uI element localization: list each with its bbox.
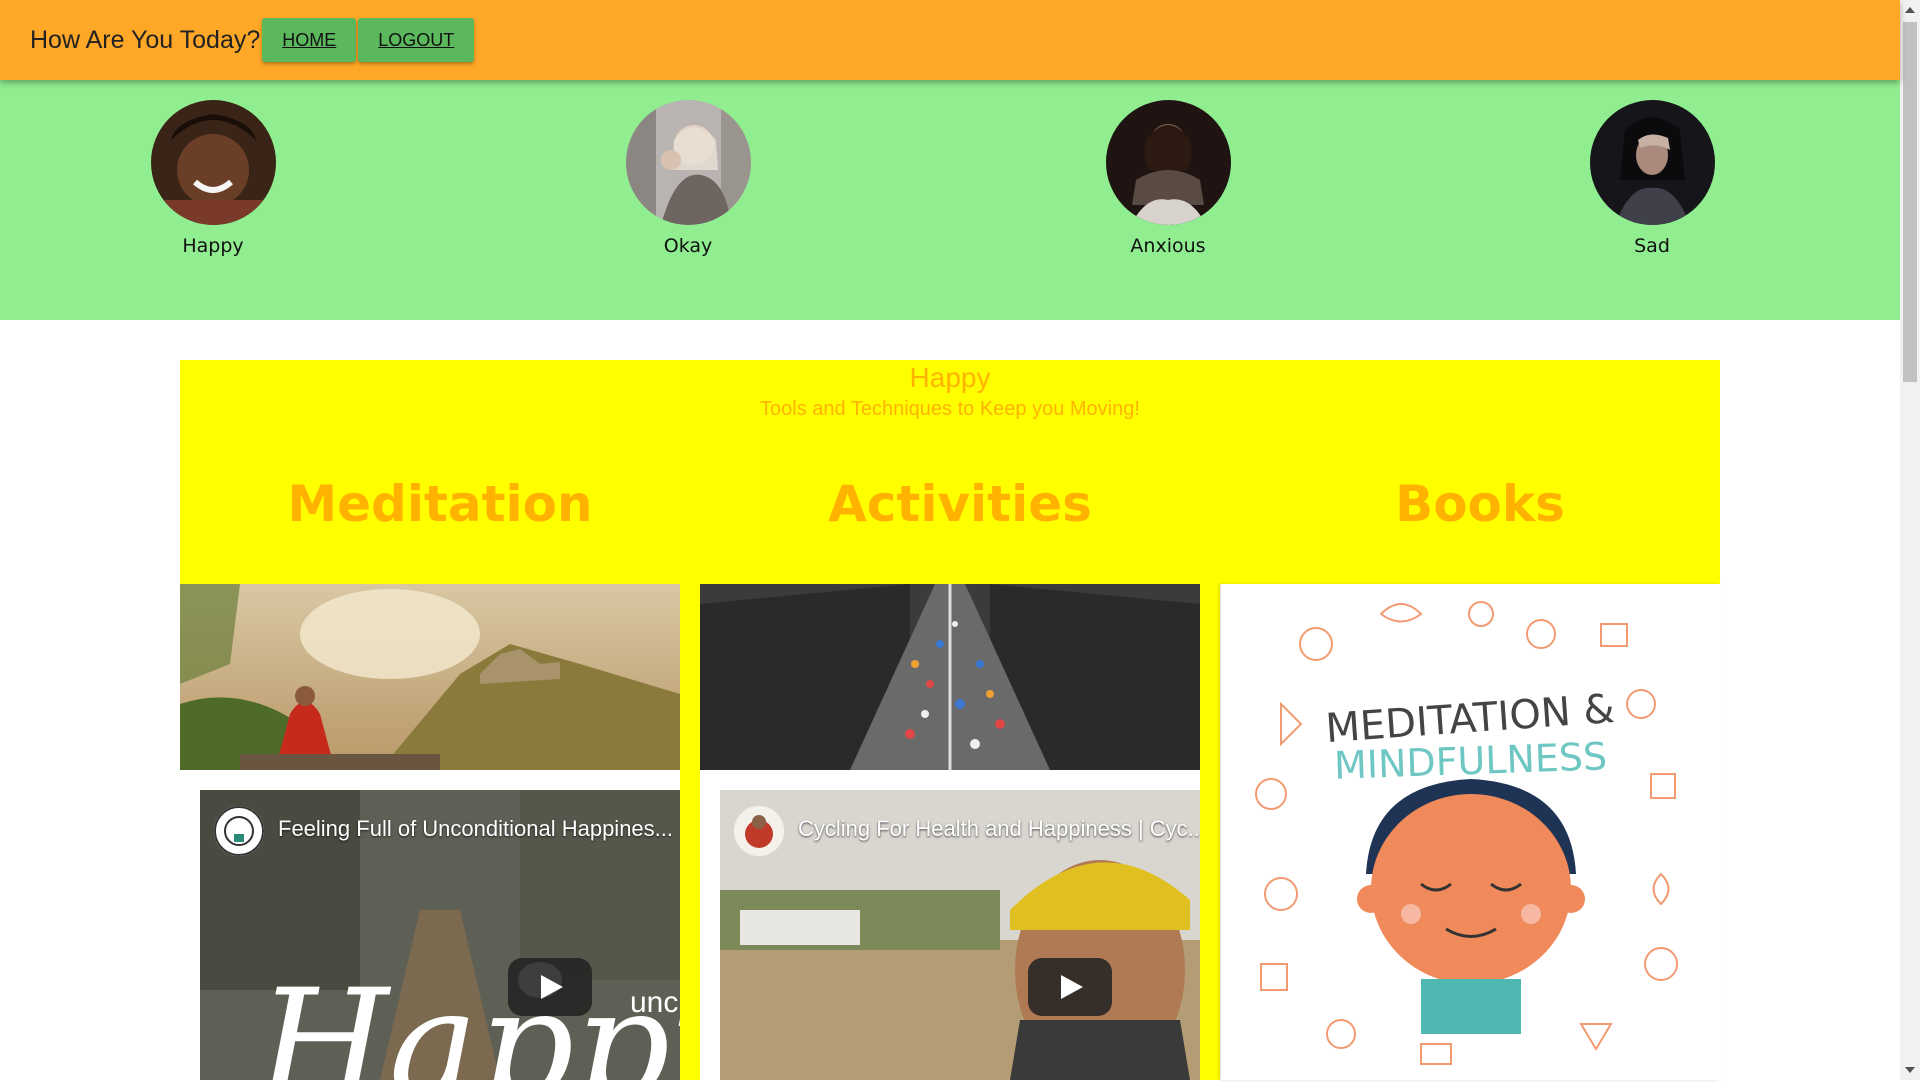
column-heading-activities: Activities [828,475,1092,533]
video-title[interactable]: Feeling Full of Unconditional Happines..… [278,816,673,842]
video-script-text: Happin [258,958,680,1080]
app-bar: How Are You Today? HOME LOGOUT [0,0,1900,80]
video-title[interactable]: Cycling For Health and Happiness | Cyc..… [798,816,1200,842]
mood-selector: Happy Okay Anxious Sad [0,80,1900,320]
mood-content-panel: Happy Tools and Techniques to Keep you M… [180,360,1720,585]
column-heading-meditation: Meditation [287,475,593,533]
mood-option-anxious[interactable]: Anxious [1088,100,1248,257]
mood-label: Anxious [1130,235,1206,257]
okay-person-avatar[interactable] [625,100,751,225]
play-button-icon[interactable] [1028,958,1112,1016]
panel-subtitle: Tools and Techniques to Keep you Moving! [760,398,1140,420]
column-heading-books: Books [1395,475,1565,533]
activities-video-player[interactable]: Cycling For Health and Happiness | Cyc..… [720,790,1200,1080]
mood-option-okay[interactable]: Okay [608,100,768,257]
page-scrollbar[interactable] [1900,0,1920,1080]
mood-label: Okay [663,235,713,257]
home-button[interactable]: HOME [262,18,357,62]
anxious-person-avatar[interactable] [1105,100,1231,225]
happy-person-avatar[interactable] [150,100,276,225]
channel-avatar-icon[interactable] [214,806,264,856]
column-divider [680,584,700,1080]
mood-label: Happy [182,235,244,257]
mood-option-sad[interactable]: Sad [1572,100,1732,257]
meditation-video-player[interactable]: Feeling Full of Unconditional Happines..… [200,790,680,1080]
meditation-image [180,584,680,770]
scroll-down-icon[interactable] [1905,1067,1915,1073]
mood-option-happy[interactable]: Happy [133,100,293,257]
book-card[interactable]: MEDITATION & MINDFULNESS [1221,584,1720,1080]
channel-avatar-icon[interactable] [734,806,784,856]
play-button-icon[interactable] [508,958,592,1016]
column-divider [1200,584,1220,1080]
scroll-up-icon[interactable] [1905,7,1915,13]
panel-title: Happy [909,362,991,393]
meditation-card: Feeling Full of Unconditional Happines..… [180,584,680,1080]
scroll-thumb[interactable] [1903,22,1917,382]
sad-person-avatar[interactable] [1589,100,1715,225]
app-title: How Are You Today? [30,25,261,54]
mood-label: Sad [1634,235,1670,257]
activities-image [700,584,1200,770]
logout-button[interactable]: LOGOUT [358,18,475,62]
activities-card: Cycling For Health and Happiness | Cyc..… [700,584,1200,1080]
book-cover-image: MEDITATION & MINDFULNESS [1221,584,1720,1080]
